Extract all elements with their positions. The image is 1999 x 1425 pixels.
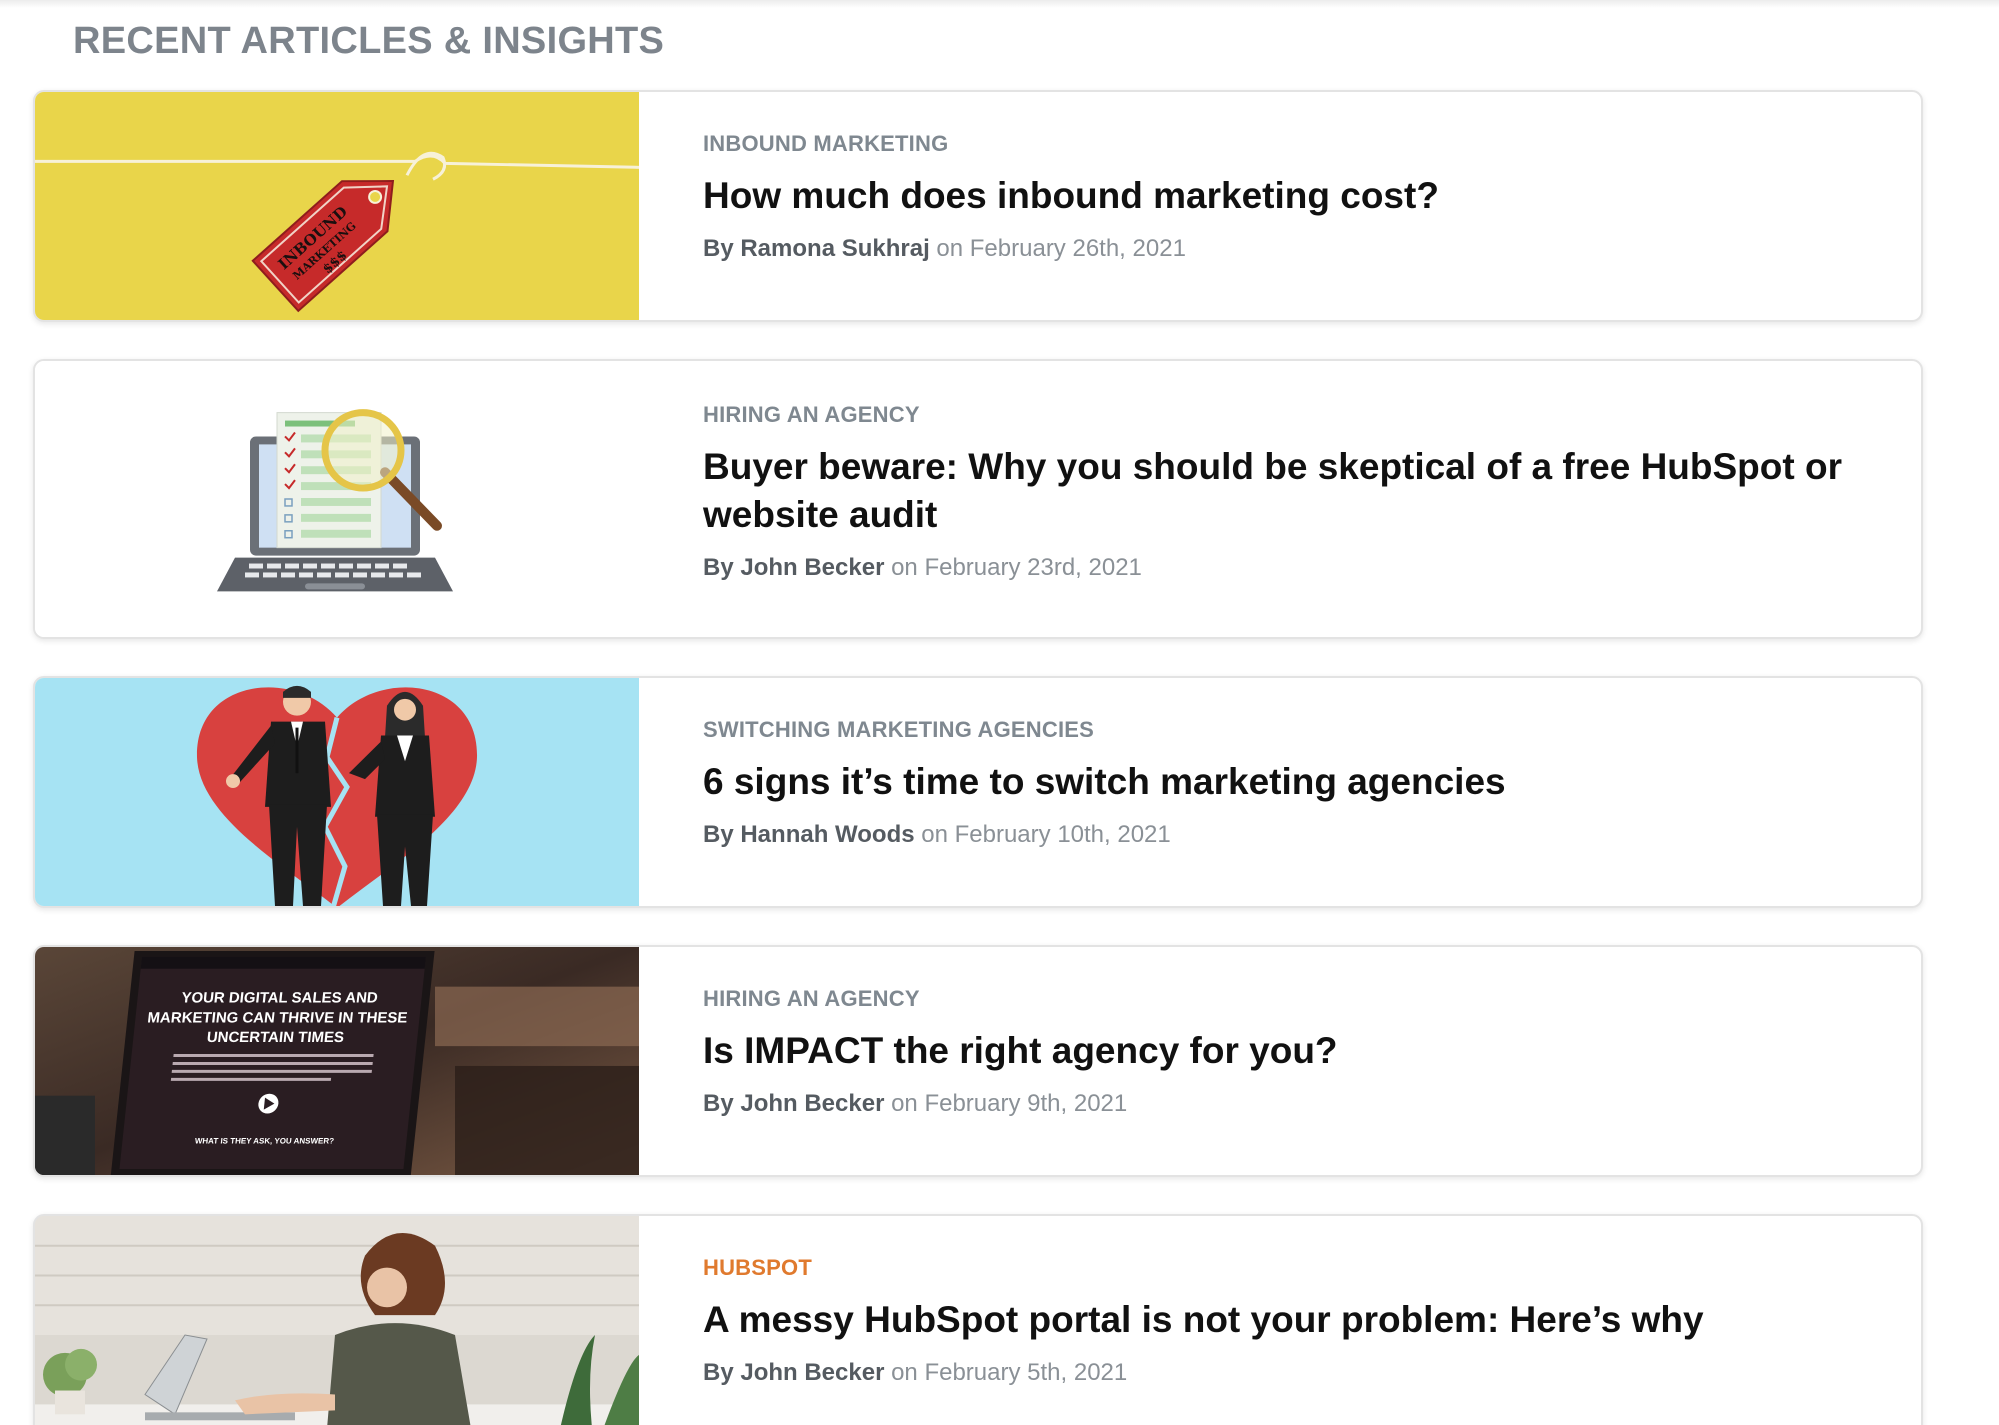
- article-body: HUBSPOT A messy HubSpot portal is not yo…: [703, 1254, 1881, 1388]
- article-category[interactable]: HUBSPOT: [703, 1254, 1881, 1282]
- article-category[interactable]: SWITCHING MARKETING AGENCIES: [703, 716, 1881, 744]
- laptop-photo-illustration: YOUR DIGITAL SALES AND MARKETING CAN THR…: [35, 947, 639, 1175]
- article-byline: By John Becker on February 5th, 2021: [703, 1358, 1881, 1388]
- article-author[interactable]: By John Becker: [703, 1090, 884, 1117]
- article-thumbnail-audit[interactable]: [35, 361, 639, 637]
- price-tag-illustration: INBOUND MARKETING $$$: [35, 92, 639, 320]
- article-thumbnail-price-tag[interactable]: INBOUND MARKETING $$$: [35, 92, 639, 320]
- svg-text:WHAT IS THEY ASK, YOU ANSWER?: WHAT IS THEY ASK, YOU ANSWER?: [194, 1136, 334, 1145]
- article-title[interactable]: A messy HubSpot portal is not your probl…: [703, 1296, 1881, 1344]
- article-byline: By Hannah Woods on February 10th, 2021: [703, 820, 1881, 850]
- article-thumbnail-broken-heart[interactable]: [35, 678, 639, 906]
- article-author[interactable]: By Hannah Woods: [703, 821, 915, 848]
- article-category[interactable]: HIRING AN AGENCY: [703, 401, 1881, 429]
- article-date: on February 5th, 2021: [891, 1359, 1128, 1386]
- broken-heart-illustration: [35, 678, 639, 906]
- article-body: HIRING AN AGENCY Is IMPACT the right age…: [703, 985, 1881, 1119]
- svg-text:UNCERTAIN TIMES: UNCERTAIN TIMES: [206, 1029, 345, 1046]
- article-title[interactable]: How much does inbound marketing cost?: [703, 172, 1881, 220]
- article-category[interactable]: INBOUND MARKETING: [703, 130, 1881, 158]
- articles-page: RECENT ARTICLES & INSIGHTS INBOUND MARKE…: [0, 0, 1999, 1425]
- article-thumbnail-woman-laptop[interactable]: [35, 1216, 639, 1425]
- article-byline: By Ramona Sukhraj on February 26th, 2021: [703, 234, 1881, 264]
- article-category[interactable]: HIRING AN AGENCY: [703, 985, 1881, 1013]
- article-card[interactable]: HUBSPOT A messy HubSpot portal is not yo…: [33, 1214, 1923, 1425]
- section-title: RECENT ARTICLES & INSIGHTS: [73, 20, 665, 62]
- article-body: SWITCHING MARKETING AGENCIES 6 signs it’…: [703, 716, 1881, 850]
- article-date: on February 10th, 2021: [921, 821, 1171, 848]
- svg-text:MARKETING CAN THRIVE IN THESE: MARKETING CAN THRIVE IN THESE: [147, 1009, 409, 1026]
- article-body: INBOUND MARKETING How much does inbound …: [703, 130, 1881, 264]
- article-card[interactable]: SWITCHING MARKETING AGENCIES 6 signs it’…: [33, 676, 1923, 908]
- top-shadow: [0, 0, 1999, 8]
- article-title[interactable]: Buyer beware: Why you should be skeptica…: [703, 443, 1881, 539]
- article-title[interactable]: Is IMPACT the right agency for you?: [703, 1027, 1881, 1075]
- article-card[interactable]: INBOUND MARKETING $$$ INBOUND MARKETING …: [33, 90, 1923, 322]
- article-byline: By John Becker on February 9th, 2021: [703, 1089, 1881, 1119]
- article-date: on February 23rd, 2021: [891, 554, 1142, 581]
- article-date: on February 26th, 2021: [936, 235, 1186, 262]
- woman-laptop-photo: [35, 1216, 639, 1425]
- article-author[interactable]: By John Becker: [703, 1359, 884, 1386]
- laptop-audit-illustration: [35, 361, 639, 637]
- article-thumbnail-laptop-photo[interactable]: YOUR DIGITAL SALES AND MARKETING CAN THR…: [35, 947, 639, 1175]
- svg-text:YOUR DIGITAL SALES AND: YOUR DIGITAL SALES AND: [181, 990, 379, 1007]
- article-date: on February 9th, 2021: [891, 1090, 1128, 1117]
- article-author[interactable]: By John Becker: [703, 554, 884, 581]
- article-title[interactable]: 6 signs it’s time to switch marketing ag…: [703, 758, 1881, 806]
- article-body: HIRING AN AGENCY Buyer beware: Why you s…: [703, 401, 1881, 583]
- article-author[interactable]: By Ramona Sukhraj: [703, 235, 930, 262]
- article-byline: By John Becker on February 23rd, 2021: [703, 553, 1881, 583]
- article-card[interactable]: HIRING AN AGENCY Buyer beware: Why you s…: [33, 359, 1923, 639]
- article-card[interactable]: YOUR DIGITAL SALES AND MARKETING CAN THR…: [33, 945, 1923, 1177]
